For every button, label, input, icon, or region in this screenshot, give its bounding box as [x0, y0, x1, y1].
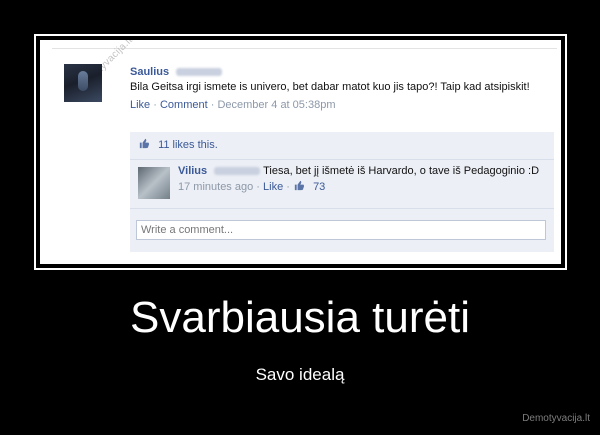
meta-separator: ·: [256, 181, 260, 193]
like-link[interactable]: Like: [130, 99, 150, 111]
comment-like-count[interactable]: 73: [313, 181, 325, 193]
meta-separator: ·: [210, 99, 215, 111]
redacted-surname: [214, 167, 261, 176]
comment-meta: 17 minutes ago · Like · 73: [178, 180, 546, 194]
comment-text: Tiesa, bet jį išmetė iš Harvardo, o tave…: [263, 165, 540, 177]
redacted-surname: [176, 68, 223, 77]
write-comment-input[interactable]: Write a comment...: [136, 220, 546, 240]
comment-link[interactable]: Comment: [160, 99, 208, 111]
thumbs-up-icon: [293, 180, 304, 191]
comment-timestamp: 17 minutes ago: [178, 181, 254, 193]
facebook-post-screenshot: Demotyvacija.lt Saulius Bila Geitsa irgi…: [40, 40, 561, 264]
post-author-name[interactable]: Saulius: [130, 66, 169, 78]
post-timestamp: December 4 at 05:38pm: [217, 99, 336, 111]
demotivator-title: Svarbiausia turėti: [130, 293, 470, 342]
likes-text: 11 likes this.: [158, 139, 218, 151]
comment-item: Vilius Tiesa, bet jį išmetė iš Harvardo,…: [178, 165, 546, 194]
demotivator-subtitle: Savo idealą: [255, 365, 345, 384]
post-meta: Like · Comment · December 4 at 05:38pm: [130, 99, 550, 112]
comment-like-link[interactable]: Like: [263, 181, 283, 193]
comment-author-name[interactable]: Vilius: [178, 165, 207, 177]
comments-panel: 11 likes this. Vilius Tiesa, bet jį išme…: [130, 132, 554, 252]
panel-divider: [130, 208, 554, 209]
likes-summary[interactable]: 11 likes this.: [138, 138, 218, 151]
author-avatar[interactable]: [64, 64, 102, 102]
site-watermark: Demotyvacija.lt: [522, 413, 590, 424]
panel-divider: [130, 159, 554, 160]
meta-separator: ·: [153, 99, 157, 111]
post-message: Bila Geitsa irgi ismete is univero, bet …: [130, 81, 530, 93]
thumbs-up-icon: [138, 138, 149, 149]
post-content: Saulius Bila Geitsa irgi ismete is unive…: [130, 66, 550, 112]
meta-separator: ·: [286, 181, 290, 193]
commenter-avatar[interactable]: [138, 167, 170, 199]
